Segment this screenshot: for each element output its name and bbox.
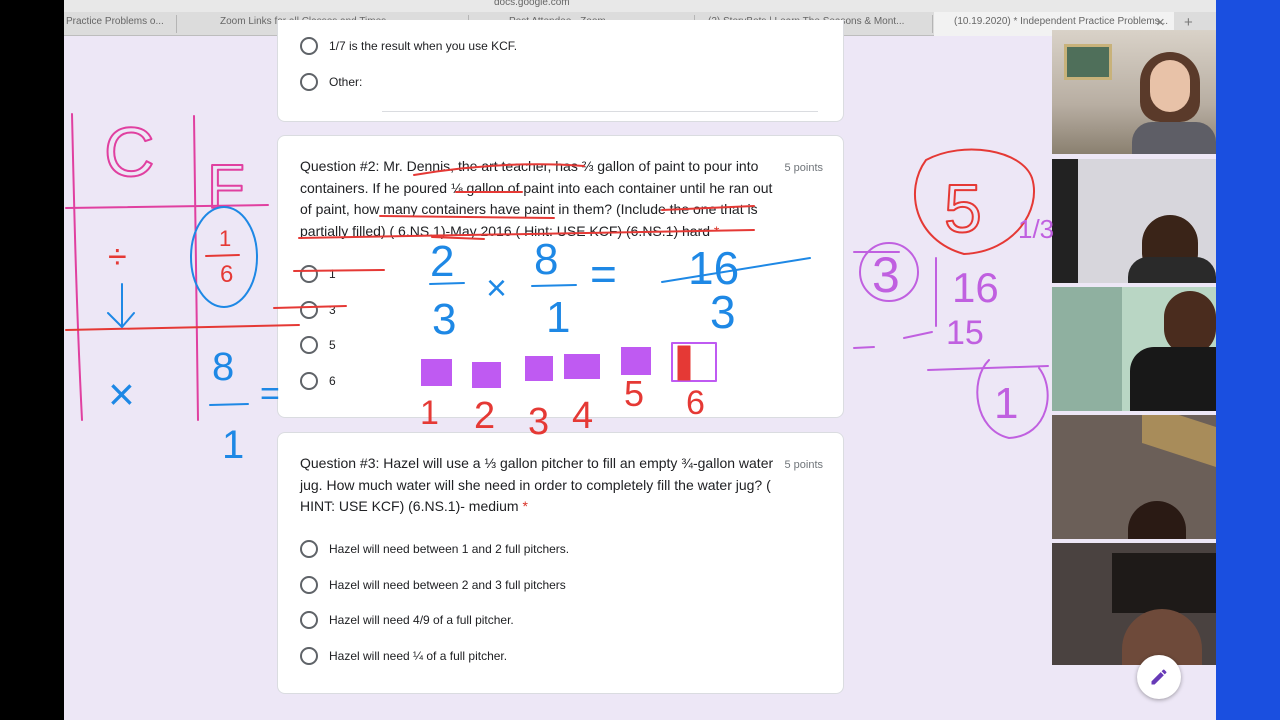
radio-icon[interactable] [300,372,318,390]
option-label: 6 [329,374,336,388]
pencil-icon [1151,669,1167,685]
radio-icon[interactable] [300,336,318,354]
video-tile[interactable] [1052,287,1216,411]
close-tab-icon[interactable]: × [1156,14,1165,31]
radio-icon[interactable] [300,576,318,594]
other-text-input[interactable] [382,111,818,112]
radio-icon[interactable] [300,265,318,283]
video-tile[interactable] [1052,30,1216,154]
division-symbol: ÷ [108,238,127,276]
option-label: Hazel will need 4/9 of a full pitcher. [329,613,514,627]
address-text: docs.google.com [494,0,570,8]
q3-option-a[interactable]: Hazel will need between 1 and 2 full pit… [300,539,569,559]
video-tile[interactable] [1052,543,1216,665]
right-one-third: 1/3 [1018,214,1054,244]
address-bar[interactable]: docs.google.com [64,0,1216,12]
q3-option-b[interactable]: Hazel will need between 2 and 3 full pit… [300,575,566,595]
q2-option-1[interactable]: 1 [300,264,336,284]
required-mark: * [713,222,720,239]
edit-fab[interactable] [1137,655,1181,699]
option-other[interactable]: Other: [300,72,362,92]
right-circled-5: 5 [944,171,982,247]
radio-icon[interactable] [300,611,318,629]
video-tile[interactable] [1052,159,1216,283]
question-2-points: 5 points [784,162,823,174]
radio-icon[interactable] [300,37,318,55]
radio-icon[interactable] [300,301,318,319]
right-16: 16 [952,264,999,311]
question-2-body: Question #2: Mr. Dennis, the art teacher… [300,158,773,239]
option-label: 1/7 is the result when you use KCF. [329,39,518,53]
screen-share-frame: docs.google.com Practice Problems o... Z… [64,0,1216,720]
right-remainder: 1 [994,379,1018,428]
q3-option-c[interactable]: Hazel will need 4/9 of a full pitcher. [300,610,514,630]
right-edge [1215,0,1280,720]
radio-icon[interactable] [300,540,318,558]
q3-option-d[interactable]: Hazel will need ¼ of a full pitcher. [300,646,507,666]
tab-practice-problems[interactable]: Practice Problems o... [66,16,174,27]
kcf-grid [65,113,269,421]
q2-option-6[interactable]: 6 [300,371,336,391]
option-label: Hazel will need between 1 and 2 full pit… [329,542,570,556]
reciprocal-numerator: 8 [212,345,234,389]
question-3-card: Question #3: Hazel will use a ⅓ gallon p… [277,432,844,694]
question-2-card: Question #2: Mr. Dennis, the art teacher… [277,135,844,418]
kcf-header-f: F [207,153,245,222]
required-mark: * [522,498,528,514]
q2-option-3[interactable]: 3 [300,300,336,320]
new-tab-icon[interactable]: + [1184,14,1193,31]
radio-icon[interactable] [300,73,318,91]
option-label: Other: [329,75,363,89]
option-label: 1 [329,267,336,281]
right-15: 15 [946,314,984,352]
question-3-points: 5 points [784,459,823,471]
video-tile[interactable] [1052,415,1216,539]
prev-question-card: 1/7 is the result when you use KCF. Othe… [277,20,844,122]
option-label: Hazel will need between 2 and 3 full pit… [329,578,566,592]
times-symbol: × [108,368,135,420]
reciprocal-denominator: 1 [222,423,244,467]
circled-denominator: 6 [220,261,233,288]
kcf-header-c: C [104,113,155,191]
option-one-seventh[interactable]: 1/7 is the result when you use KCF. [300,36,517,56]
option-label: 3 [329,303,336,317]
left-black-bar [0,0,64,720]
question-3-body: Question #3: Hazel will use a ⅓ gallon p… [300,455,774,514]
question-3-text: Question #3: Hazel will use a ⅓ gallon p… [300,453,780,518]
right-circled-3: 3 [872,247,900,303]
option-label: Hazel will need ¼ of a full pitcher. [329,649,508,663]
question-2-text: Question #2: Mr. Dennis, the art teacher… [300,156,780,242]
radio-icon[interactable] [300,647,318,665]
q2-option-5[interactable]: 5 [300,335,336,355]
option-label: 5 [329,338,336,352]
circled-numerator: 1 [219,226,231,251]
